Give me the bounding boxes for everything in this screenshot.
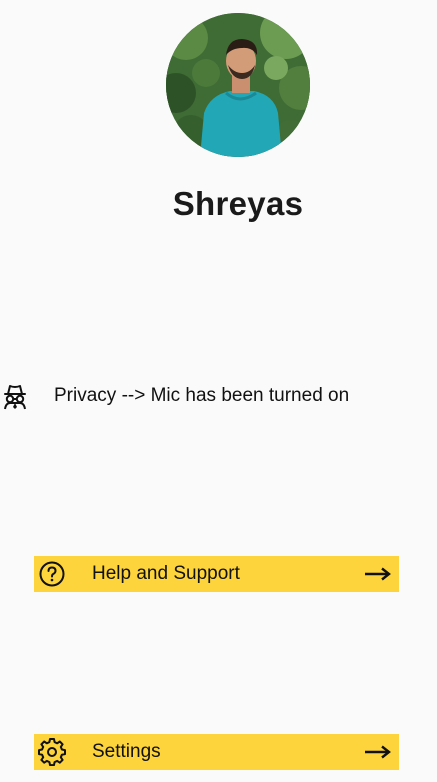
arrow-right-icon (365, 567, 391, 581)
avatar-photo (166, 13, 310, 157)
gear-icon (38, 738, 66, 766)
profile-name: Shreyas (172, 185, 304, 222)
profile-avatar[interactable] (166, 13, 310, 157)
privacy-row[interactable]: Privacy --> Mic has been turned on (0, 378, 349, 414)
incognito-icon (4, 385, 26, 410)
settings-button[interactable]: Settings (34, 734, 399, 770)
help-and-support-button[interactable]: Help and Support (34, 556, 399, 592)
help-circle-icon (38, 560, 66, 588)
arrow-right-icon (365, 745, 391, 759)
settings-label: Settings (92, 741, 161, 762)
help-and-support-label: Help and Support (92, 563, 240, 584)
privacy-status-text: Privacy --> Mic has been turned on (54, 385, 350, 406)
